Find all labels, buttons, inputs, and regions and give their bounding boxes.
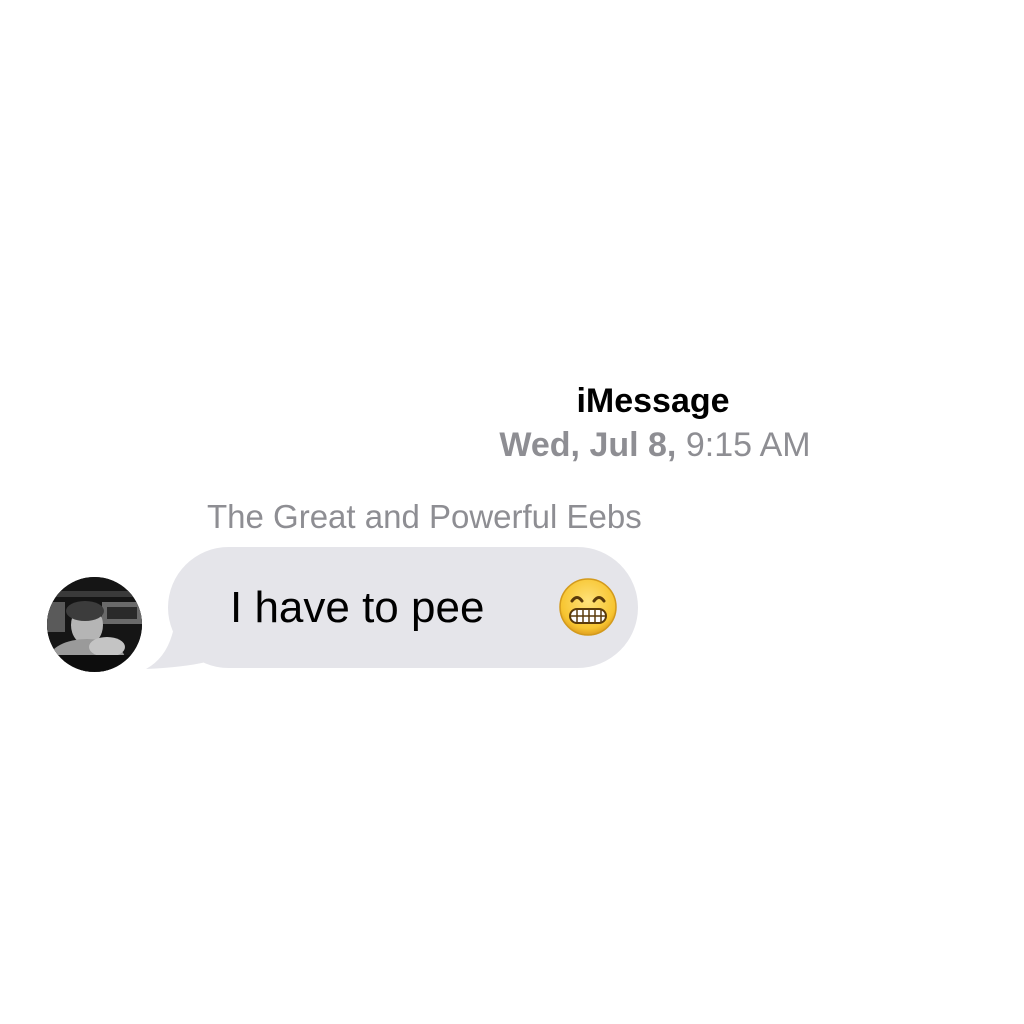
bubble-body: I have to pee (168, 547, 638, 668)
avatar-photo (47, 577, 142, 672)
timestamp-time: 9:15 AM (685, 426, 811, 464)
sender-name: The Great and Powerful Eebs (207, 498, 642, 535)
service-label: iMessage (576, 382, 730, 420)
timestamp-date: Wed, Jul 8, (499, 426, 677, 464)
message-text: I have to pee (230, 583, 485, 632)
grimacing-face-emoji (559, 578, 617, 636)
message-bubble[interactable]: I have to pee (146, 547, 646, 672)
avatar[interactable] (47, 577, 142, 672)
timestamp: Wed, Jul 8, 9:15 AM (460, 425, 850, 465)
